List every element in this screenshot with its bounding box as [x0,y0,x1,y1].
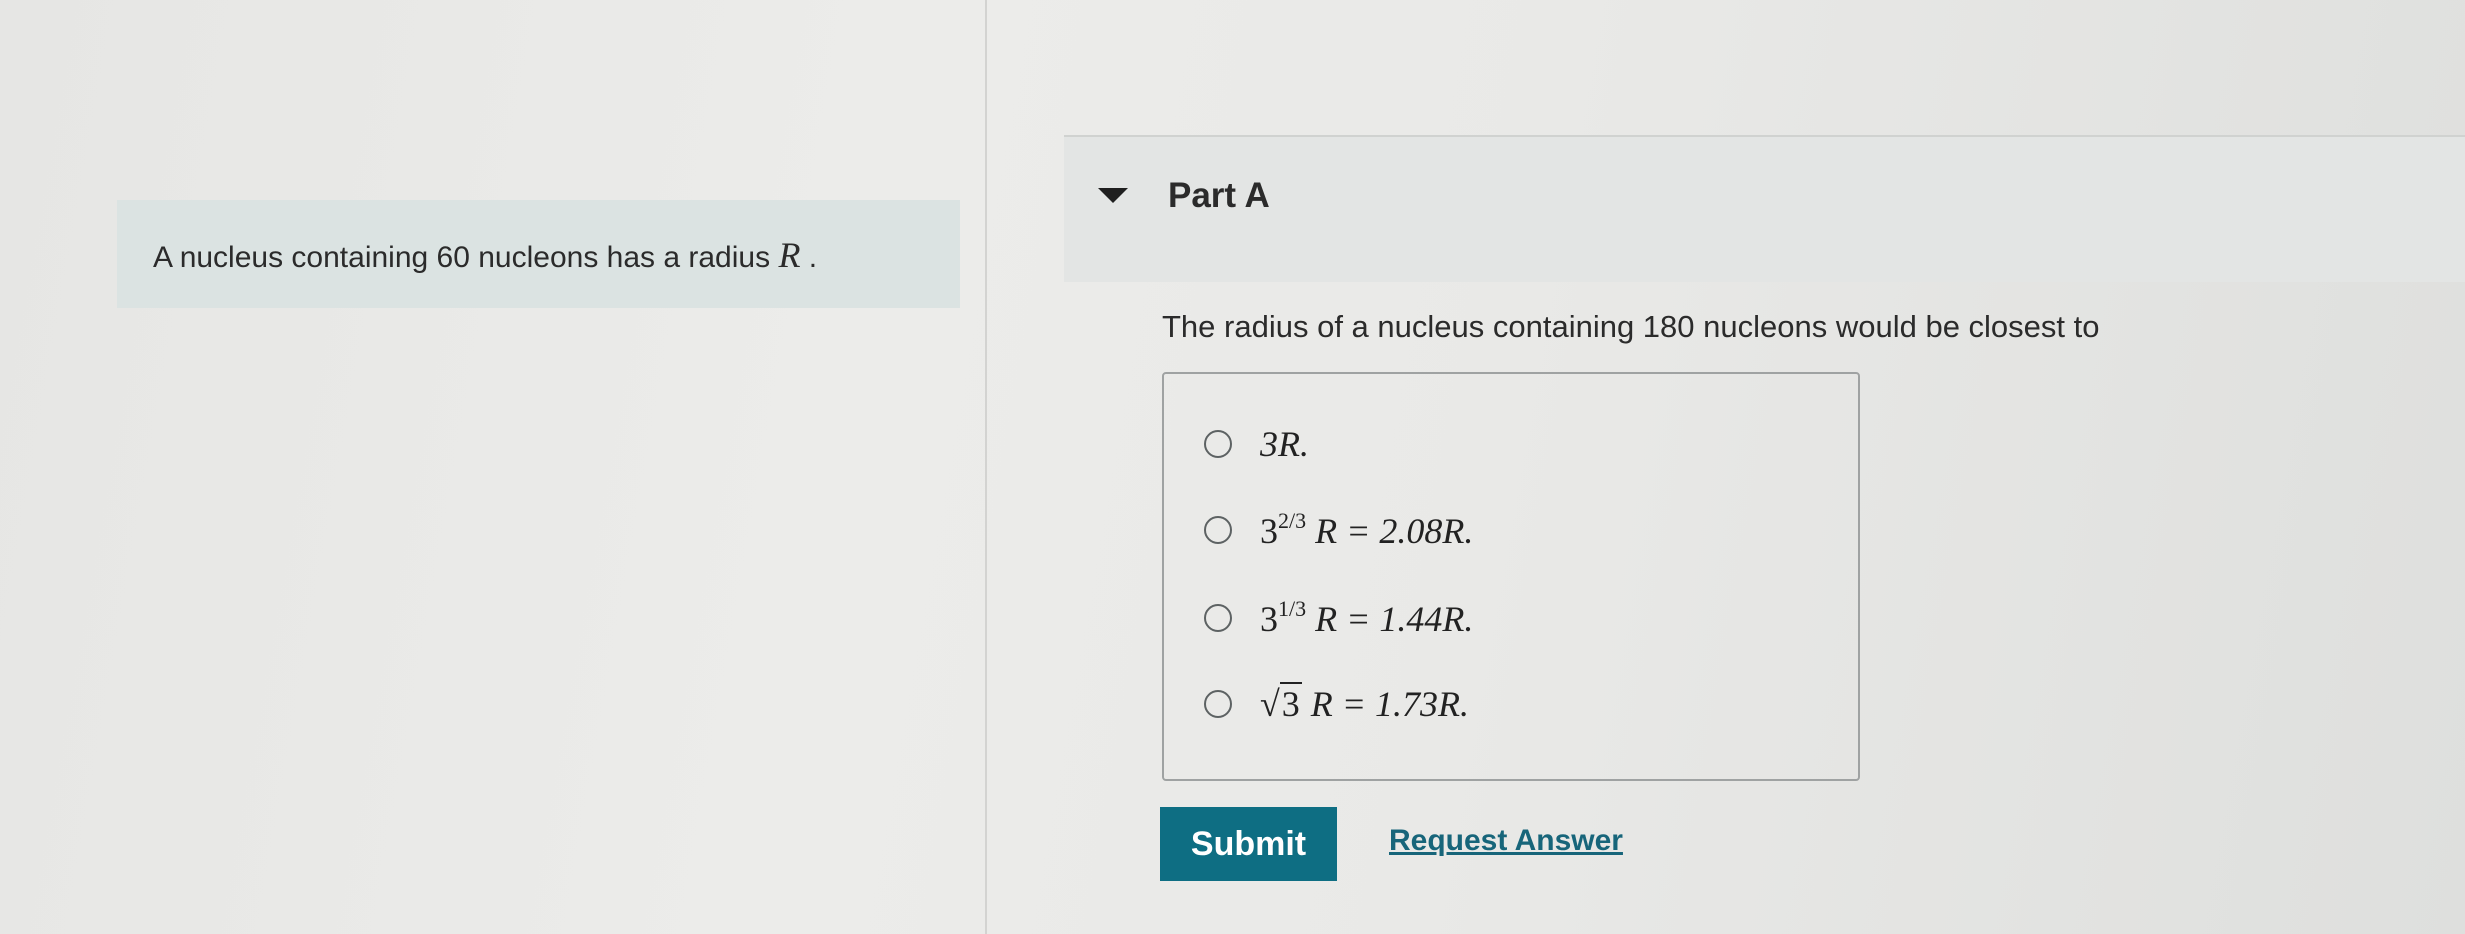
choice-3[interactable]: 31/3 R = 1.44R. [1204,596,1473,640]
radio-button[interactable] [1204,430,1232,458]
question-text: The radius of a nucleus containing 180 n… [1162,309,2100,344]
intro-symbol: R [778,235,801,275]
sqrt-symbol: √3 [1260,682,1302,724]
choice-4[interactable]: √3 R = 1.73R. [1204,682,1469,726]
choice-2[interactable]: 32/3 R = 2.08R. [1204,508,1473,552]
choice-1[interactable]: 3R. [1204,422,1309,466]
radio-button[interactable] [1204,604,1232,632]
radio-button[interactable] [1204,690,1232,718]
submit-button[interactable]: Submit [1160,807,1337,881]
panel-divider [985,0,987,934]
choice-label: 3R. [1260,424,1309,464]
choice-label: 32/3 R = 2.08R. [1260,508,1474,551]
request-answer-link[interactable]: Request Answer [1389,824,1623,858]
collapse-caret-icon[interactable] [1098,188,1128,203]
intro-period: . [808,241,818,274]
problem-intro: A nucleus containing 60 nucleons has a r… [117,200,960,308]
radio-button[interactable] [1204,516,1232,544]
choice-label: √3 R = 1.73R. [1260,682,1470,724]
intro-text: A nucleus containing 60 nucleons has a r… [153,241,771,274]
part-header [1064,135,2465,282]
answer-choices: 3R. 32/3 R = 2.08R. 31/3 R = 1.44R. √3 R… [1162,372,1860,781]
choice-label: 31/3 R = 1.44R. [1260,596,1474,639]
part-title[interactable]: Part A [1168,176,1270,216]
